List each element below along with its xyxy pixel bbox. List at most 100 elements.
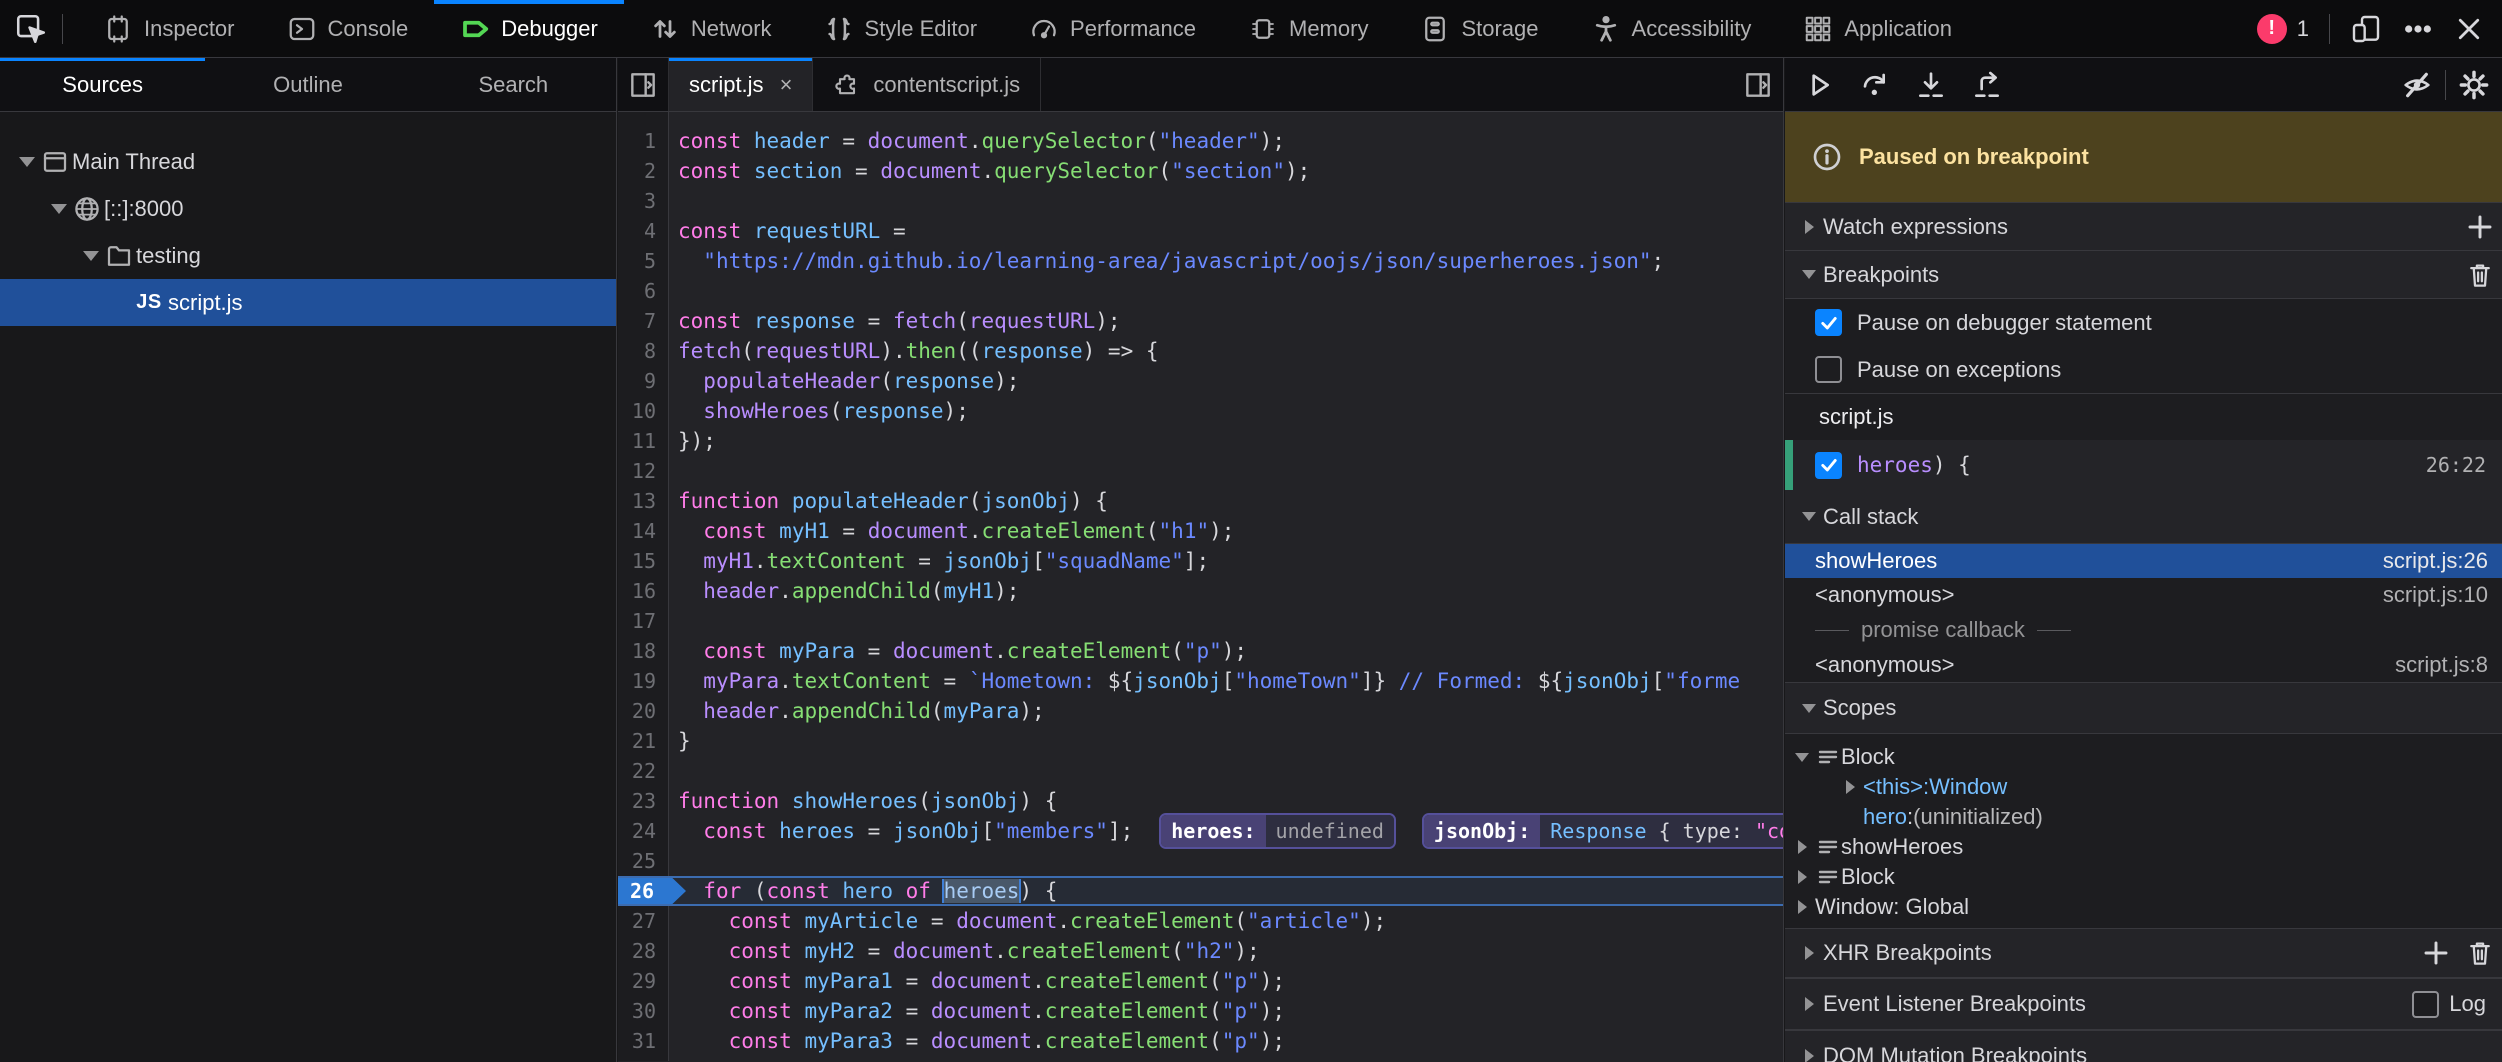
line-number[interactable]: 3 xyxy=(618,186,670,216)
line-number[interactable]: 30 xyxy=(618,996,670,1026)
devtools-tab-performance[interactable]: Performance xyxy=(1003,0,1222,57)
devtools-tab-storage[interactable]: Storage xyxy=(1394,0,1564,57)
chevron-right-icon[interactable] xyxy=(1837,780,1863,794)
scope-row[interactable]: showHeroes xyxy=(1785,832,2502,862)
checked-checkbox[interactable] xyxy=(1815,309,1842,336)
line-number[interactable]: 28 xyxy=(618,936,670,966)
line-number[interactable]: 13 xyxy=(618,486,670,516)
remove-breakpoints-icon[interactable] xyxy=(2458,260,2502,290)
tree-item-testing[interactable]: testing xyxy=(0,232,616,279)
unchecked-checkbox[interactable] xyxy=(1815,356,1842,383)
close-icon[interactable] xyxy=(2454,14,2484,44)
dom-mutation-breakpoints-header[interactable]: DOM Mutation Breakpoints xyxy=(1785,1030,2502,1062)
devtools-tab-memory[interactable]: Memory xyxy=(1222,0,1394,57)
line-number[interactable]: 15 xyxy=(618,546,670,576)
line-number[interactable]: 14 xyxy=(618,516,670,546)
code-editor[interactable]: 1const header = document.querySelector("… xyxy=(618,112,1783,1061)
tree-item-main-thread[interactable]: Main Thread xyxy=(0,138,616,185)
step-out-button[interactable] xyxy=(1959,58,2015,112)
tree-item-script-js[interactable]: JSscript.js xyxy=(0,279,616,326)
watch-expressions-header[interactable]: Watch expressions xyxy=(1785,203,2502,251)
line-number[interactable]: 17 xyxy=(618,606,670,636)
scopes-header[interactable]: Scopes xyxy=(1785,682,2502,734)
devtools-tab-console[interactable]: Console xyxy=(261,0,435,57)
add-xhr-breakpoint-icon[interactable] xyxy=(2414,937,2458,969)
line-number[interactable]: 31 xyxy=(618,1026,670,1056)
line-number[interactable]: 4 xyxy=(618,216,670,246)
line-number[interactable]: 29 xyxy=(618,966,670,996)
devtools-tab-accessibility[interactable]: Accessibility xyxy=(1565,0,1778,57)
breakpoints-header[interactable]: Breakpoints xyxy=(1785,251,2502,299)
meatball-menu-icon[interactable] xyxy=(2402,13,2434,45)
scope-row[interactable]: hero: (uninitialized) xyxy=(1785,802,2502,832)
line-number[interactable]: 20 xyxy=(618,696,670,726)
sources-panel-tab-outline[interactable]: Outline xyxy=(205,58,410,111)
scope-row[interactable]: <this>: Window xyxy=(1785,772,2502,802)
line-number[interactable]: 19 xyxy=(618,666,670,696)
editor-tab-script-js[interactable]: script.js× xyxy=(668,58,813,111)
sources-panel-tab-search[interactable]: Search xyxy=(411,58,616,111)
call-stack-frame[interactable]: promise callback xyxy=(1785,612,2502,648)
line-number[interactable]: 2 xyxy=(618,156,670,186)
chevron-down-icon[interactable] xyxy=(80,251,102,261)
line-number[interactable]: 9 xyxy=(618,366,670,396)
line-number[interactable]: 18 xyxy=(618,636,670,666)
line-number[interactable]: 1 xyxy=(618,126,670,156)
line-number[interactable]: 22 xyxy=(618,756,670,786)
call-stack-frame[interactable]: <anonymous>script.js:10 xyxy=(1785,578,2502,612)
sources-panel-tab-sources[interactable]: Sources xyxy=(0,58,205,111)
devtools-tab-style-editor[interactable]: Style Editor xyxy=(798,0,1004,57)
line-number[interactable]: 27 xyxy=(618,906,670,936)
collapse-sources-panel-icon[interactable] xyxy=(618,58,668,111)
line-number[interactable]: 7 xyxy=(618,306,670,336)
line-number[interactable]: 16 xyxy=(618,576,670,606)
add-watch-expression-icon[interactable] xyxy=(2458,211,2502,243)
line-number[interactable]: 21 xyxy=(618,726,670,756)
responsive-design-mode-icon[interactable] xyxy=(2350,13,2382,45)
inline-preview-badge[interactable]: heroes:undefined xyxy=(1159,813,1396,849)
chevron-right-icon[interactable] xyxy=(1789,870,1815,884)
line-number[interactable]: 12 xyxy=(618,456,670,486)
chevron-down-icon[interactable] xyxy=(48,204,70,214)
devtools-tab-network[interactable]: Network xyxy=(624,0,798,57)
remove-xhr-breakpoints-icon[interactable] xyxy=(2458,938,2502,968)
log-checkbox[interactable] xyxy=(2412,991,2439,1018)
devtools-tab-debugger[interactable]: Debugger xyxy=(434,0,624,57)
call-stack-header[interactable]: Call stack xyxy=(1785,490,2502,544)
chevron-down-icon[interactable] xyxy=(16,157,38,167)
editor-tab-contentscript-js[interactable]: contentscript.js xyxy=(813,58,1041,111)
xhr-breakpoints-header[interactable]: XHR Breakpoints xyxy=(1785,928,2502,978)
paused-line-marker[interactable]: 26 xyxy=(618,878,686,904)
expand-debugger-panel-icon[interactable] xyxy=(1733,58,1783,111)
resume-button[interactable] xyxy=(1791,58,1847,112)
call-stack-frame[interactable]: <anonymous>script.js:8 xyxy=(1785,648,2502,682)
tree-item--8000[interactable]: [::]:8000 xyxy=(0,185,616,232)
line-number[interactable]: 8 xyxy=(618,336,670,366)
breakpoint-item[interactable]: heroes) {26:22 xyxy=(1785,440,2502,490)
line-number[interactable]: 10 xyxy=(618,396,670,426)
breakpoint-checkbox[interactable] xyxy=(1815,452,1842,479)
step-over-button[interactable] xyxy=(1847,58,1903,112)
line-number[interactable]: 6 xyxy=(618,276,670,306)
step-in-button[interactable] xyxy=(1903,58,1959,112)
line-number[interactable]: 24 xyxy=(618,816,670,846)
devtools-tab-inspector[interactable]: Inspector xyxy=(77,0,261,57)
devtools-tab-application[interactable]: Application xyxy=(1777,0,1978,57)
error-badge[interactable]: ! xyxy=(2257,14,2287,44)
inline-preview-badge[interactable]: jsonObj:Response { type: "co xyxy=(1422,813,1783,849)
chevron-right-icon[interactable] xyxy=(1789,900,1815,914)
line-number[interactable]: 25 xyxy=(618,846,670,876)
call-stack-frame[interactable]: showHeroesscript.js:26 xyxy=(1785,544,2502,578)
node-picker-icon[interactable] xyxy=(0,0,62,57)
close-tab-icon[interactable]: × xyxy=(780,72,793,98)
settings-gear-icon[interactable] xyxy=(2446,58,2502,112)
line-number[interactable]: 23 xyxy=(618,786,670,816)
scope-row[interactable]: Block xyxy=(1785,862,2502,892)
skip-pausing-icon[interactable] xyxy=(2389,58,2445,112)
line-number[interactable]: 11 xyxy=(618,426,670,456)
line-number[interactable]: 5 xyxy=(618,246,670,276)
event-listener-breakpoints-header[interactable]: Event Listener Breakpoints Log xyxy=(1785,978,2502,1030)
scope-row[interactable]: Block xyxy=(1785,742,2502,772)
scope-row[interactable]: Window: Global xyxy=(1785,892,2502,922)
chevron-right-icon[interactable] xyxy=(1789,840,1815,854)
